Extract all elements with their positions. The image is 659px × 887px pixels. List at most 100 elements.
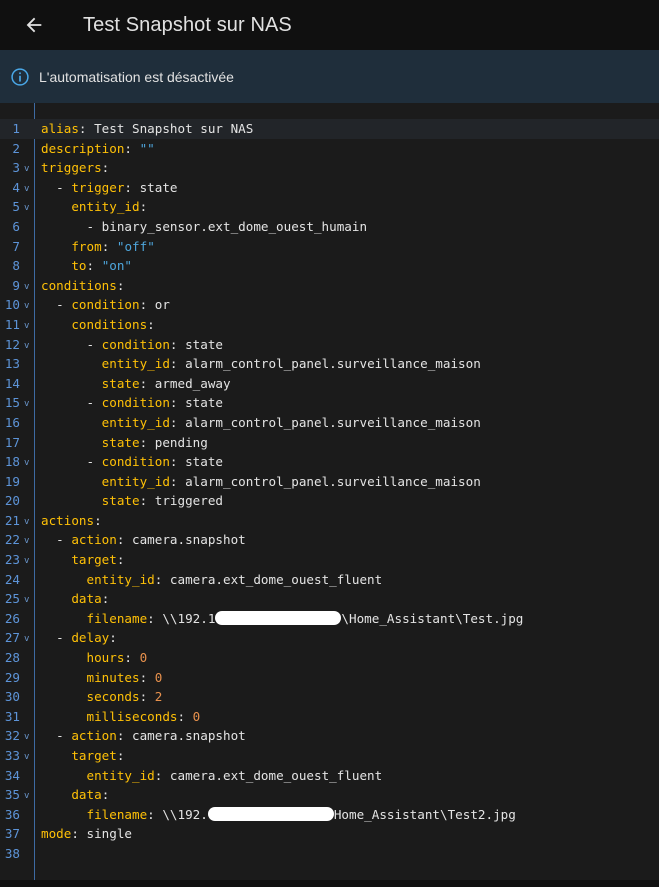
code-line[interactable]: 7 from: "off": [0, 237, 659, 257]
line-number: 30: [4, 689, 20, 705]
code-text: actions:: [41, 511, 102, 531]
yaml-value: \\192.1: [162, 610, 216, 626]
yaml-value: [41, 807, 87, 822]
code-line[interactable]: 18 v - condition: state: [0, 452, 659, 472]
code-text: minutes: 0: [41, 668, 163, 688]
code-line[interactable]: 4v - trigger: state: [0, 178, 659, 198]
line-number: 22: [4, 532, 20, 548]
code-text: conditions:: [41, 315, 154, 335]
line-number: 2: [12, 140, 20, 156]
yaml-value: [41, 709, 87, 724]
yaml-value: [41, 317, 71, 332]
yaml-value: [41, 493, 102, 508]
banner-text: L'automatisation est désactivée: [39, 68, 234, 85]
code-line[interactable]: 35 v data:: [0, 785, 659, 805]
yaml-value: :: [169, 473, 186, 489]
code-text: seconds: 2: [41, 687, 163, 707]
code-line[interactable]: 37 mode: single: [0, 824, 659, 844]
code-text: - action: camera.snapshot: [41, 726, 246, 746]
yaml-key: milliseconds: [86, 708, 178, 724]
code-text: entity_id: alarm_control_panel.surveilla…: [41, 354, 481, 374]
yaml-key: data: [71, 591, 102, 607]
code-line[interactable]: 33 v target:: [0, 746, 659, 766]
code-line[interactable]: 16 entity_id: alarm_control_panel.survei…: [0, 413, 659, 433]
code-line[interactable]: 6 - binary_sensor.ext_dome_ouest_humain: [0, 217, 659, 237]
code-line[interactable]: 14 state: armed_away: [0, 374, 659, 394]
code-line[interactable]: 32 v - action: camera.snapshot: [0, 726, 659, 746]
code-text: - trigger: state: [41, 178, 177, 198]
yaml-value: [41, 650, 87, 665]
code-text: data:: [41, 589, 109, 609]
code-line[interactable]: 19 entity_id: alarm_control_panel.survei…: [0, 472, 659, 492]
yaml-value: Test Snapshot sur NAS: [94, 121, 254, 136]
yaml-value: binary_sensor.ext_dome_ouest_humain: [101, 218, 368, 234]
line-number: 36: [4, 806, 20, 822]
yaml-key: conditions: [41, 277, 117, 293]
yaml-key: target: [71, 748, 117, 763]
yaml-value: :: [169, 454, 186, 470]
code-line[interactable]: 22 v - action: camera.snapshot: [0, 530, 659, 550]
code-line[interactable]: 13 entity_id: alarm_control_panel.survei…: [0, 354, 659, 374]
yaml-code-editor[interactable]: 1 alias: Test Snapshot sur NAS 2 descriptio…: [0, 103, 659, 880]
yaml-value: camera.snapshot: [132, 728, 246, 744]
line-number: 12: [4, 336, 20, 352]
yaml-value: state: [185, 336, 224, 352]
code-line[interactable]: 20 state: triggered: [0, 491, 659, 511]
line-number: 3: [12, 160, 20, 176]
code-line[interactable]: 17 state: pending: [0, 433, 659, 453]
code-text: triggers:: [41, 158, 109, 178]
yaml-value: :: [154, 767, 170, 783]
code-line[interactable]: 5v entity_id:: [0, 197, 659, 217]
code-line[interactable]: 26 filename: \\192.1 \Home_Assistant\Test…: [0, 609, 659, 629]
line-number: 23: [4, 552, 20, 568]
line-number: 11: [4, 316, 20, 332]
code-text: entity_id: camera.ext_dome_ouest_fluent: [41, 570, 383, 590]
top-app-bar: Test Snapshot sur NAS: [0, 0, 659, 50]
code-line[interactable]: 12 v - condition: state: [0, 335, 659, 355]
code-line[interactable]: 34 entity_id: camera.ext_dome_ouest_flue…: [0, 766, 659, 786]
code-line[interactable]: 8 to: "on": [0, 256, 659, 276]
yaml-value: [41, 239, 71, 254]
code-line[interactable]: 2 description: "": [0, 139, 659, 159]
line-number: 32: [4, 728, 20, 744]
code-line[interactable]: 3 v triggers:: [0, 158, 659, 178]
code-line[interactable]: 36 filename: \\192. Home_Assistant\Test2.…: [0, 805, 659, 825]
code-line[interactable]: 25 v data:: [0, 589, 659, 609]
line-number: 9: [12, 277, 20, 293]
code-line[interactable]: 21 v actions:: [0, 511, 659, 531]
code-line[interactable]: 27 v - delay:: [0, 628, 659, 648]
yaml-key: entity_id: [71, 199, 140, 215]
arrow-left-icon: [26, 17, 42, 33]
yaml-string: "": [139, 140, 155, 156]
code-line[interactable]: 30 seconds: 2: [0, 687, 659, 707]
code-text: - condition: state: [41, 335, 223, 355]
code-line[interactable]: 23 v target:: [0, 550, 659, 570]
yaml-value: \Home_Assistant\Test.jpg: [341, 610, 524, 626]
yaml-key: action: [71, 532, 117, 548]
code-line[interactable]: 28 hours: 0: [0, 648, 659, 668]
yaml-value: :: [139, 669, 155, 685]
code-text: state: pending: [41, 433, 208, 453]
line-number: 34: [4, 767, 20, 783]
code-line[interactable]: 10 v - condition: or: [0, 295, 659, 315]
code-line[interactable]: 29 minutes: 0: [0, 668, 659, 688]
yaml-value: :: [139, 689, 155, 705]
code-line[interactable]: 24 entity_id: camera.ext_dome_ouest_flue…: [0, 570, 659, 590]
code-text: entity_id: alarm_control_panel.surveilla…: [41, 472, 481, 492]
yaml-value: :: [139, 375, 155, 391]
yaml-value: Home_Assistant\Test2.jpg: [333, 806, 516, 822]
yaml-number: 0: [154, 669, 163, 685]
yaml-value: \\192.: [162, 806, 208, 822]
yaml-key: data: [71, 787, 102, 803]
yaml-value: [41, 435, 102, 450]
yaml-key: filename: [86, 806, 148, 822]
back-button[interactable]: [14, 5, 54, 45]
line-number: 18: [4, 454, 20, 470]
code-line[interactable]: 31 milliseconds: 0: [0, 707, 659, 727]
yaml-value: :: [116, 728, 133, 744]
code-line[interactable]: 9 v conditions:: [0, 276, 659, 296]
code-line[interactable]: 1 alias: Test Snapshot sur NAS: [0, 119, 659, 139]
code-line[interactable]: 11 v conditions:: [0, 315, 659, 335]
code-line[interactable]: 15 v - condition: state: [0, 393, 659, 413]
code-line[interactable]: 38: [0, 844, 659, 864]
